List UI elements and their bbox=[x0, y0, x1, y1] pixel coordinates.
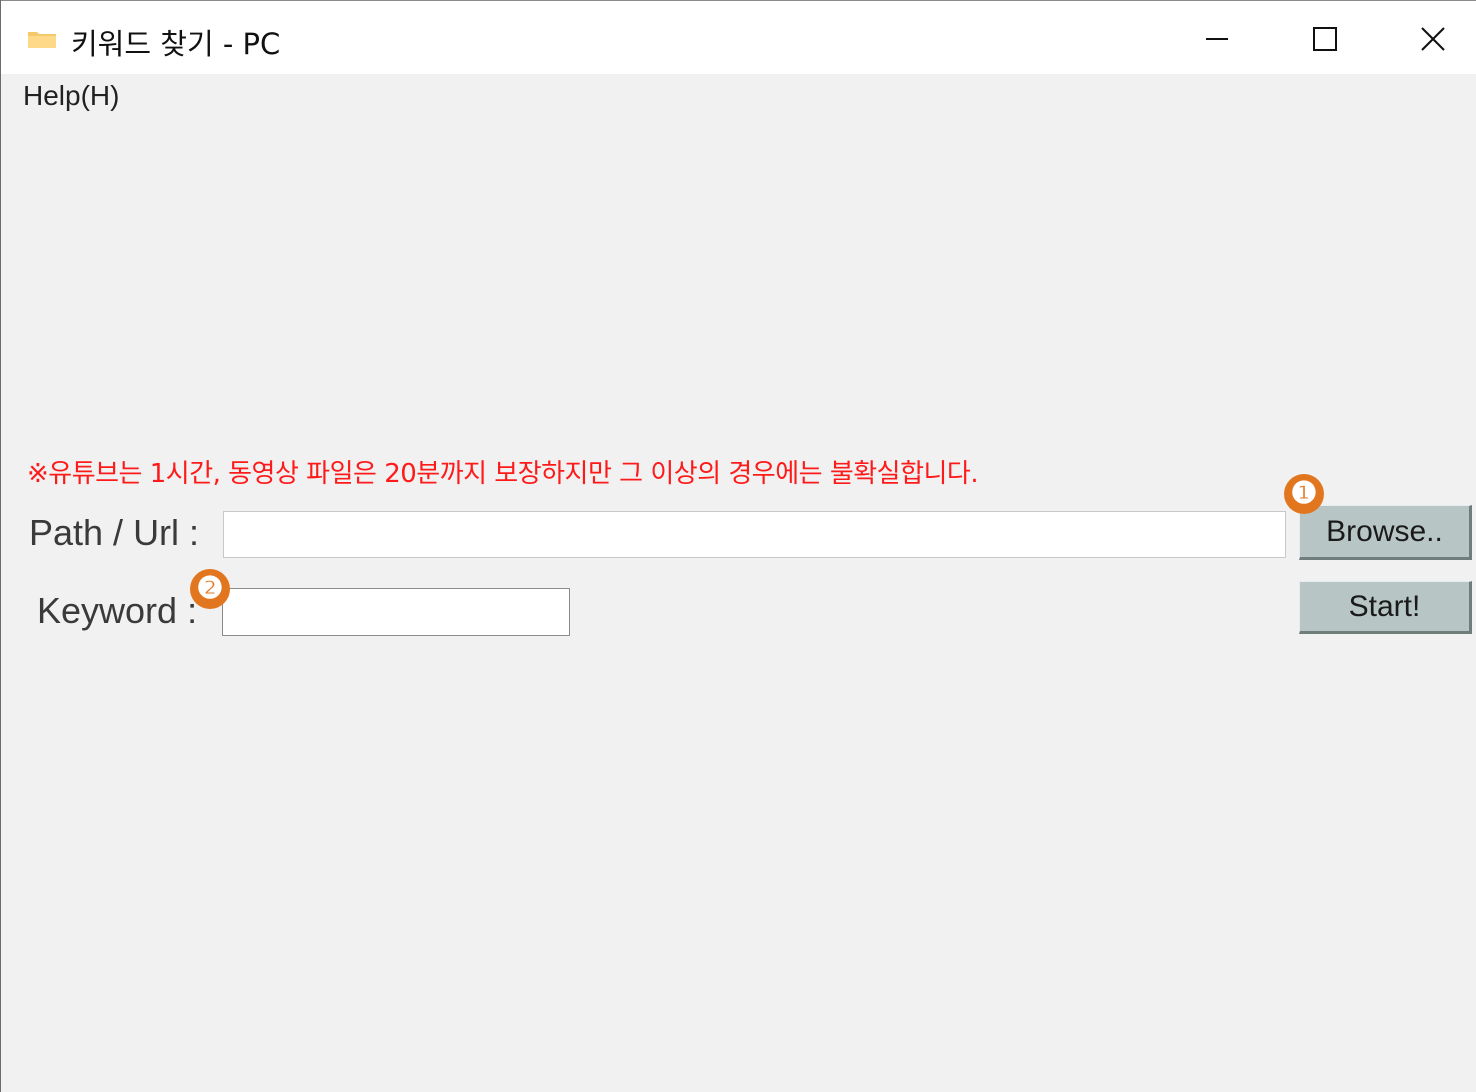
app-window: 키워드 찾기 - PC Help(H) ※유튜브는 1시간, 동영상 파일은 2… bbox=[0, 0, 1476, 1092]
menu-bar bbox=[1, 74, 1476, 120]
close-icon bbox=[1421, 27, 1445, 51]
annotation-badge-2: ❷ bbox=[190, 569, 230, 609]
path-label: Path / Url : bbox=[29, 512, 200, 553]
minimize-button[interactable] bbox=[1163, 1, 1271, 75]
close-button[interactable] bbox=[1379, 1, 1476, 75]
folder-icon bbox=[28, 32, 56, 48]
keyword-input[interactable] bbox=[222, 588, 570, 636]
menu-item-help[interactable]: Help(H) bbox=[23, 80, 119, 112]
title-bar[interactable]: 키워드 찾기 - PC bbox=[1, 0, 1476, 74]
maximize-icon bbox=[1313, 27, 1337, 51]
annotation-badge-1: ❶ bbox=[1284, 474, 1324, 514]
browse-button[interactable]: Browse.. bbox=[1299, 505, 1472, 560]
keyword-label: Keyword : bbox=[37, 590, 198, 631]
minimize-icon bbox=[1206, 38, 1228, 40]
warning-text: ※유튜브는 1시간, 동영상 파일은 20분까지 보장하지만 그 이상의 경우에… bbox=[27, 459, 979, 489]
path-url-input[interactable] bbox=[223, 511, 1286, 558]
maximize-button[interactable] bbox=[1271, 1, 1379, 75]
start-button[interactable]: Start! bbox=[1299, 581, 1472, 634]
window-title: 키워드 찾기 - PC bbox=[71, 27, 281, 61]
